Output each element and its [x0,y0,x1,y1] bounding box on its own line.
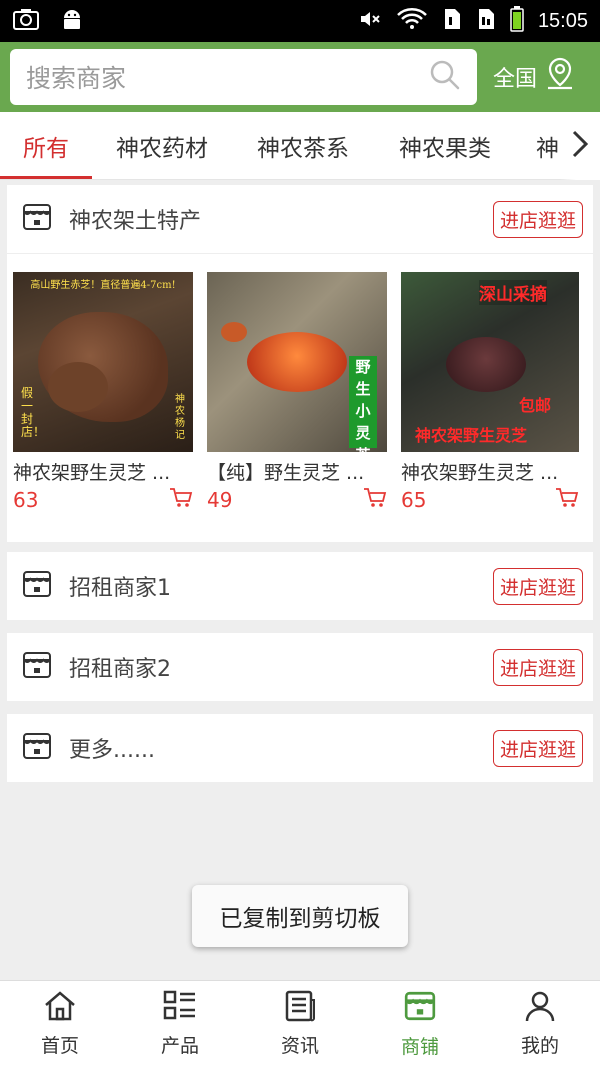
nav-label: 我的 [520,1035,559,1057]
tab-tea[interactable]: 神农茶系 [232,112,374,179]
header-bar: 搜索商家 全国 [0,42,600,112]
visit-shop-button[interactable]: 进店逛逛 [492,567,583,605]
tab-all[interactable]: 所有 [0,112,92,179]
shop-card: 神农架土特产 进店逛逛 高山野生赤芝！直径普遍4-7cm! 假一封店！ 神农杨记… [7,185,593,542]
product-image[interactable]: 高山野生赤芝！直径普遍4-7cm! 假一封店！ 神农杨记 [13,272,193,452]
status-bar: 15:05 [0,0,600,42]
category-tabs: 所有 神农药材 神农茶系 神农果类 神 [0,112,600,180]
tab-fruit[interactable]: 神农果类 [374,112,516,179]
user-icon [523,990,557,1027]
visit-shop-button[interactable]: 进店逛逛 [492,729,583,767]
image-caption: 假一封店！ [21,386,46,439]
search-icon[interactable] [429,59,461,95]
status-time: 15:05 [537,9,588,32]
region-selector[interactable]: 全国 [493,57,575,97]
visit-shop-button[interactable]: 进店逛逛 [492,648,583,686]
store-icon [403,989,437,1028]
tabs-scroll-right[interactable] [560,112,600,180]
shop-card: 更多...... 进店逛逛 [7,714,593,782]
nav-label: 商铺 [400,1036,439,1058]
shop-name: 更多...... [69,738,155,763]
product-price: 65 [401,488,427,512]
image-caption: 神农杨记 [175,394,185,441]
store-icon [21,201,53,237]
nav-products[interactable]: 产品 [120,981,240,1067]
nav-home[interactable]: 首页 [0,981,120,1067]
product-price: 49 [207,488,233,512]
nav-label: 首页 [40,1035,79,1057]
product-name: 神农架野生灵芝 ... [401,462,559,484]
visit-shop-button[interactable]: 进店逛逛 [492,200,583,238]
tab-herbs[interactable]: 神农药材 [92,112,232,179]
product-image[interactable]: 深山采摘 包邮 神农架野生灵芝 [401,272,579,452]
nav-me[interactable]: 我的 [480,981,600,1067]
shop-card: 招租商家1 进店逛逛 [7,552,593,620]
image-caption: 神农架野生灵芝 [415,426,528,445]
cart-icon[interactable] [363,487,387,513]
shop-name: 招租商家2 [69,657,171,682]
cart-icon[interactable] [169,487,193,513]
store-icon [21,730,53,766]
cart-icon[interactable] [555,487,579,513]
image-caption: 高山野生赤芝！直径普遍4-7cm! [30,280,176,291]
nav-label: 资讯 [280,1035,319,1057]
battery-icon [510,6,524,36]
screenshot-icon [12,7,40,35]
shop-header[interactable]: 招租商家2 进店逛逛 [7,633,593,701]
product-card[interactable]: 深山采摘 包邮 神农架野生灵芝 神农架野生灵芝 ... 65 [401,272,579,513]
product-image[interactable]: 野生小灵芝 [207,272,387,452]
shop-header[interactable]: 招租商家1 进店逛逛 [7,552,593,620]
mute-icon [358,7,382,35]
product-name: 【纯】野生灵芝 ... [207,462,365,484]
search-input[interactable]: 搜索商家 [10,49,477,105]
shop-name: 招租商家1 [69,576,171,601]
region-label: 全国 [493,67,538,92]
image-caption: 深山采摘 [479,280,547,305]
nav-label: 产品 [160,1035,199,1057]
news-icon [283,990,317,1027]
toast-message: 已复制到剪切板 [192,885,408,947]
product-price: 63 [13,488,39,512]
shop-header[interactable]: 更多...... 进店逛逛 [7,714,593,782]
product-card[interactable]: 高山野生赤芝！直径普遍4-7cm! 假一封店！ 神农杨记 神农架野生灵芝 ...… [13,272,193,513]
image-caption: 包邮 [519,396,552,415]
search-placeholder: 搜索商家 [26,64,127,93]
store-icon [21,568,53,604]
shop-name: 神农架土特产 [69,209,202,234]
store-icon [21,649,53,685]
shop-card: 招租商家2 进店逛逛 [7,633,593,701]
wifi-icon [396,7,428,35]
bottom-nav: 首页 产品 资讯 商铺 我的 [0,980,600,1067]
grid-list-icon [163,990,197,1027]
product-name: 神农架野生灵芝 ... [13,462,171,484]
shop-header[interactable]: 神农架土特产 进店逛逛 [7,185,593,253]
image-caption: 野生小灵芝 [349,356,377,452]
product-card[interactable]: 野生小灵芝 【纯】野生灵芝 ... 49 [207,272,387,513]
chevron-right-icon [571,129,589,163]
nav-shops[interactable]: 商铺 [360,981,480,1067]
sim2-icon [476,7,496,35]
android-icon [60,7,84,35]
sim1-icon [442,7,462,35]
home-icon [43,990,77,1027]
location-pin-icon [545,57,575,97]
nav-news[interactable]: 资讯 [240,981,360,1067]
product-list: 高山野生赤芝！直径普遍4-7cm! 假一封店！ 神农杨记 神农架野生灵芝 ...… [7,253,593,513]
